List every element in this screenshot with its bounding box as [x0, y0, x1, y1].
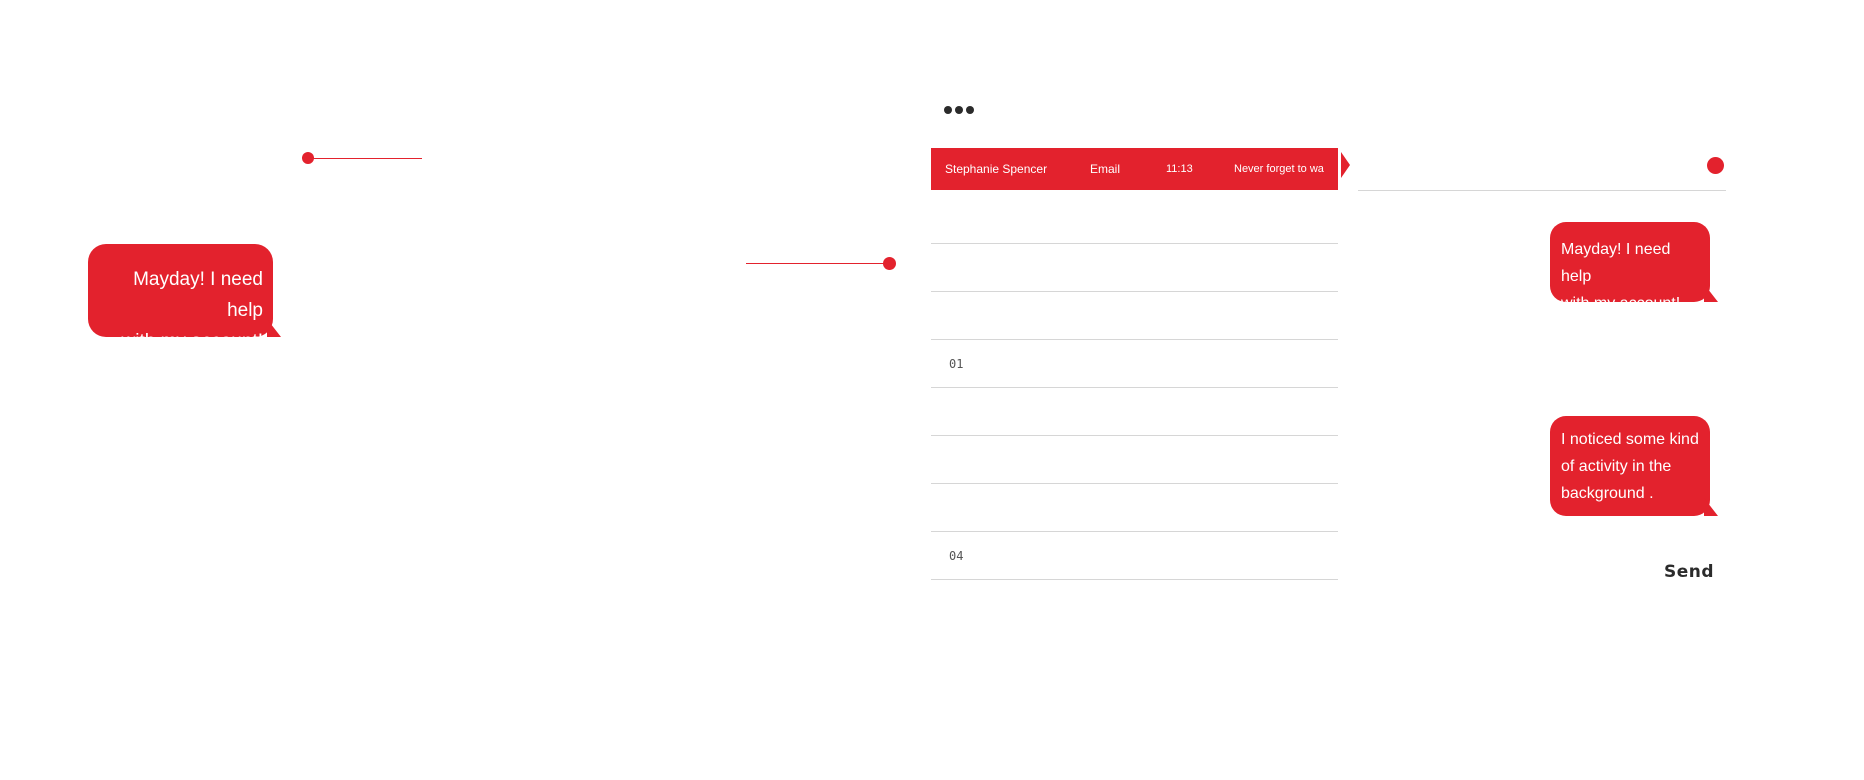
connector-line-middle: [746, 263, 886, 264]
conversation-row[interactable]: [931, 436, 1338, 484]
conversation-row[interactable]: [931, 292, 1338, 340]
chat-message-line: Mayday! I need help: [1561, 241, 1671, 285]
conversation-row[interactable]: 04: [931, 532, 1338, 580]
chat-bubble-tail: [1704, 498, 1718, 516]
chat-message-line: background .: [1561, 485, 1654, 502]
chat-message-line: of activity in the: [1561, 458, 1672, 475]
chat-message-line: I noticed some kind: [1561, 431, 1699, 448]
left-bubble-line-1: Mayday! I need help: [133, 269, 263, 321]
contact-name: Stephanie Spencer: [945, 162, 1048, 176]
row-number: 01: [949, 356, 964, 371]
chat-message-line: with my account!: [1561, 295, 1681, 312]
conversation-list: Stephanie Spencer Email 11:13 Never forg…: [931, 148, 1338, 580]
conversation-row[interactable]: [931, 484, 1338, 532]
left-speech-bubble: Mayday! I need help with my account!: [88, 244, 281, 352]
status-dot-icon: [1707, 157, 1724, 174]
conversation-row[interactable]: [931, 196, 1338, 244]
more-dot-3: [966, 106, 974, 114]
contact-preview: Never forget to wa: [1234, 163, 1324, 175]
send-button[interactable]: Send: [1650, 562, 1714, 582]
more-dot-2: [955, 106, 963, 114]
chat-message-bubble: Mayday! I need help with my account!: [1550, 222, 1718, 312]
selected-row-arrow-icon: [1341, 152, 1350, 178]
more-dot-1: [944, 106, 952, 114]
connector-line-top-left: [308, 158, 422, 159]
chat-bubble-tail: [1704, 284, 1718, 302]
row-number: 04: [949, 548, 964, 563]
left-bubble-tail: [267, 319, 281, 337]
conversation-row[interactable]: 01: [931, 340, 1338, 388]
contact-time: 11:13: [1166, 163, 1193, 175]
more-dots-icon[interactable]: [944, 106, 974, 114]
contact-channel: Email: [1090, 162, 1121, 176]
chat-header: [1358, 148, 1726, 191]
connector-dot-top-left: [302, 152, 314, 164]
conversation-row-selected[interactable]: Stephanie Spencer Email 11:13 Never forg…: [931, 148, 1338, 190]
conversation-row[interactable]: [931, 244, 1338, 292]
chat-message-bubble: I noticed some kind of activity in the b…: [1550, 416, 1718, 516]
connector-dot-middle: [883, 257, 896, 270]
conversation-row[interactable]: [931, 388, 1338, 436]
left-bubble-line-2: with my account!: [121, 331, 264, 352]
